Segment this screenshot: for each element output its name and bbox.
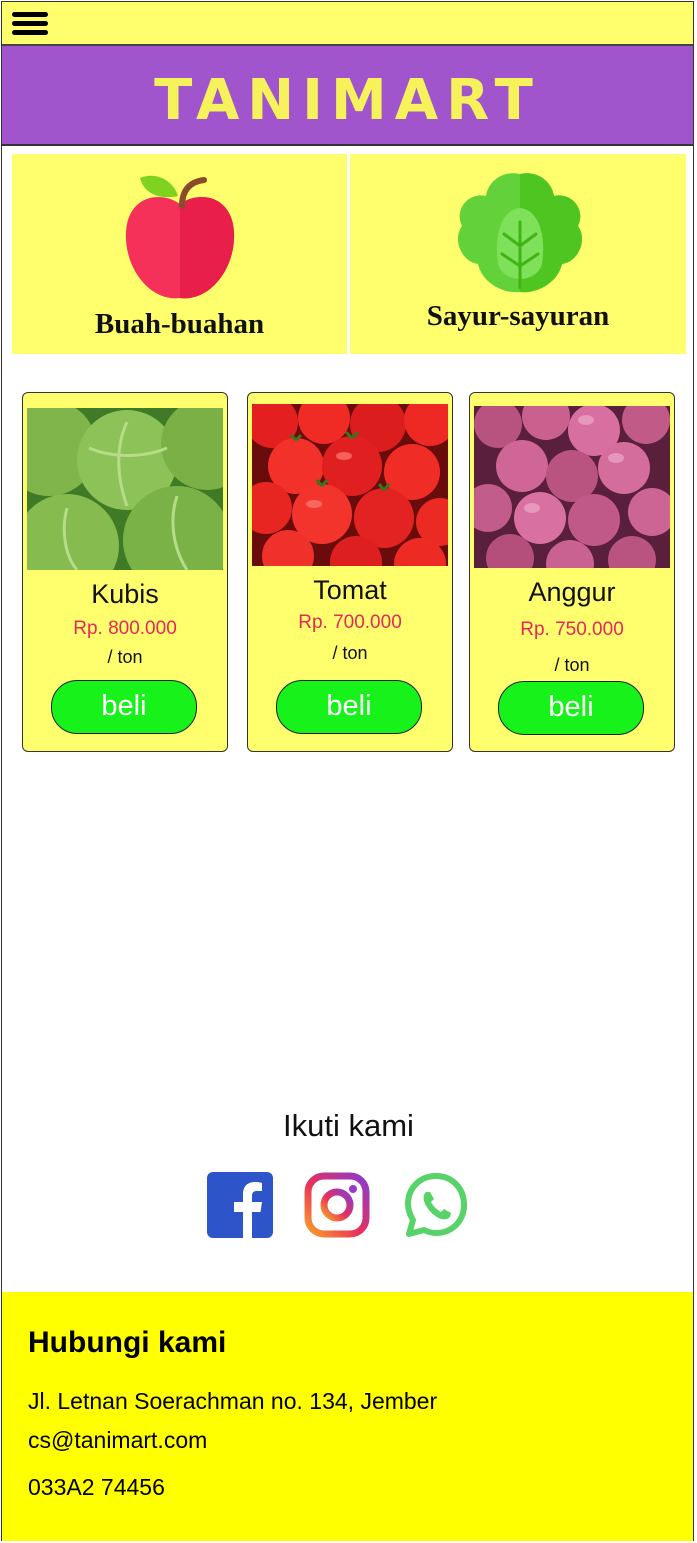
follow-us-title: Ikuti kami <box>283 1108 414 1143</box>
cabbage-image <box>27 408 223 570</box>
grapes-image <box>474 406 670 568</box>
brand-logo[interactable]: TANIMART <box>2 68 693 133</box>
instagram-icon[interactable] <box>304 1172 370 1238</box>
product-unit: / ton <box>554 655 590 675</box>
contact-title: Hubungi kami <box>28 1326 227 1359</box>
category-vegetable-label: Sayur-sayuran <box>426 300 610 332</box>
apple-icon <box>125 175 235 299</box>
product-unit: / ton <box>107 647 143 667</box>
product-unit: / ton <box>332 643 368 663</box>
product-name: Kubis <box>91 579 159 609</box>
contact-phone[interactable]: 033A2 74456 <box>28 1474 165 1501</box>
product-card-kubis: Kubis Rp. 800.000 / ton beli <box>22 392 228 752</box>
buy-button-kubis[interactable]: beli <box>51 680 197 734</box>
brand-banner: TANIMART <box>2 46 693 146</box>
product-price: Rp. 750.000 <box>520 619 624 640</box>
facebook-icon[interactable] <box>207 1172 273 1238</box>
category-vegetable[interactable]: Sayur-sayuran <box>350 154 686 354</box>
product-card-tomat: Tomat Rp. 700.000 / ton beli <box>247 392 453 752</box>
lettuce-icon <box>457 173 583 293</box>
product-card-anggur: Anggur Rp. 750.000 / ton beli <box>469 392 675 752</box>
whatsapp-icon[interactable] <box>403 1172 469 1238</box>
product-price: Rp. 700.000 <box>298 612 402 633</box>
contact-email[interactable]: cs@tanimart.com <box>28 1427 207 1454</box>
tomato-image <box>252 404 448 566</box>
buy-button-anggur[interactable]: beli <box>498 681 644 735</box>
buy-button-tomat[interactable]: beli <box>276 680 422 734</box>
contact-footer: Hubungi kami Jl. Letnan Soerachman no. 1… <box>2 1292 693 1541</box>
category-fruit-label: Buah-buahan <box>94 308 265 340</box>
contact-address: Jl. Letnan Soerachman no. 134, Jember <box>28 1388 438 1414</box>
hamburger-menu-icon[interactable] <box>12 8 48 40</box>
top-bar <box>2 2 693 46</box>
product-price: Rp. 800.000 <box>73 618 177 639</box>
category-fruit[interactable]: Buah-buahan <box>12 154 347 354</box>
product-name: Anggur <box>528 577 616 607</box>
product-name: Tomat <box>313 575 387 605</box>
